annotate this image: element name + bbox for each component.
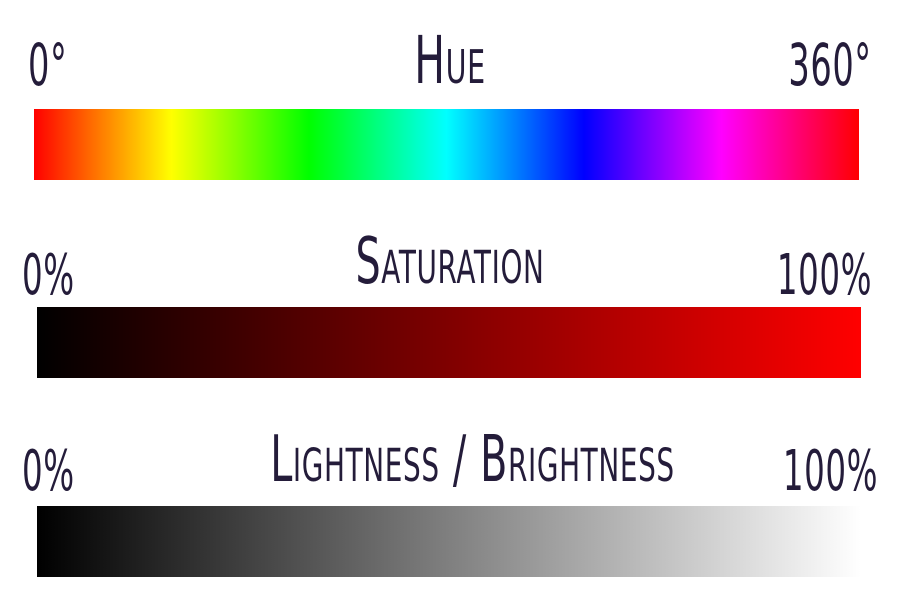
hue-gradient-bar	[34, 109, 859, 180]
saturation-min-label: 0%	[22, 243, 75, 308]
lightness-max-label: 100%	[782, 439, 878, 504]
hue-min-label: 0°	[28, 31, 68, 99]
saturation-title: Saturation	[355, 225, 545, 299]
lightness-gradient-bar	[37, 506, 861, 577]
saturation-max-label: 100%	[776, 243, 872, 308]
hue-title: Hue	[414, 22, 486, 99]
lightness-min-label: 0%	[22, 439, 75, 504]
lightness-title: Lightness / Brightness	[270, 423, 675, 497]
saturation-gradient-bar	[37, 307, 861, 378]
hue-max-label: 360°	[788, 31, 872, 99]
